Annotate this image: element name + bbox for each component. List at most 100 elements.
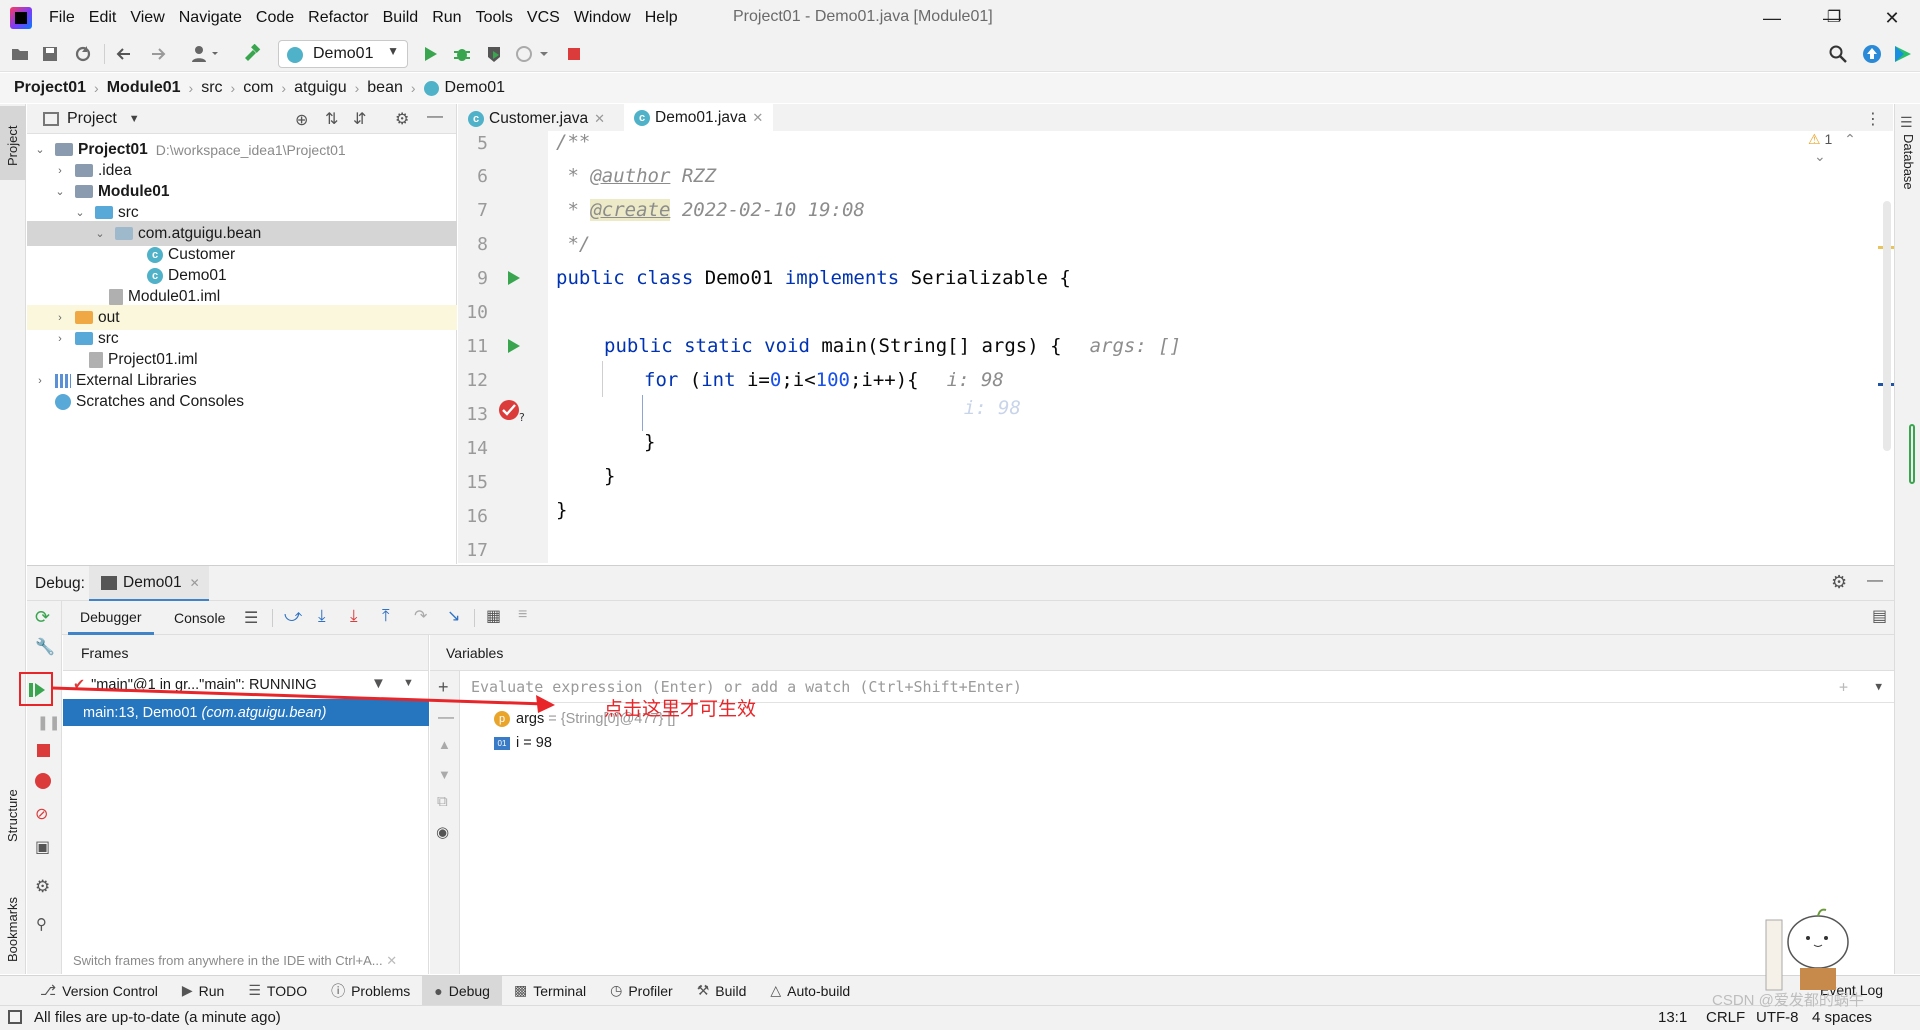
chevron-down-icon[interactable]: ▼ <box>1875 680 1882 693</box>
tab-terminal[interactable]: ▩ Terminal <box>502 976 598 1006</box>
tab-problems[interactable]: ⓘ Problems <box>319 976 422 1006</box>
synchronize-icon[interactable] <box>73 44 93 64</box>
menu-navigate[interactable]: Navigate <box>172 9 249 27</box>
breakpoint-icon[interactable]: ? <box>498 397 528 423</box>
stop-icon[interactable] <box>564 44 584 64</box>
breadcrumb-module[interactable]: Module01 <box>107 79 181 97</box>
tab-profiler[interactable]: ◷ Profiler <box>598 976 685 1006</box>
minimize-button-2[interactable]: — <box>1752 4 1792 32</box>
resume-program-button[interactable] <box>19 672 53 706</box>
mute-breakpoints-icon[interactable]: ⊘ <box>35 804 48 824</box>
code-editor[interactable]: /** * @author RZZ * @create 2022-02-10 1… <box>548 131 1894 563</box>
open-folder-icon[interactable] <box>10 44 30 64</box>
gear-icon[interactable]: ⚙ <box>395 109 409 129</box>
menu-edit[interactable]: Edit <box>82 9 124 27</box>
structure-tool-label[interactable]: Structure <box>5 789 20 842</box>
menu-code[interactable]: Code <box>249 9 301 27</box>
eye-icon[interactable]: ◉ <box>436 823 449 841</box>
tab-debug[interactable]: ● Debug <box>422 975 502 1006</box>
close-tab-icon[interactable]: ✕ <box>190 576 200 590</box>
breadcrumb-src[interactable]: src <box>201 79 222 97</box>
step-into-icon[interactable]: ⤓ <box>318 606 326 626</box>
menu-window[interactable]: Window <box>567 9 638 27</box>
menu-lines-icon[interactable]: ☰ <box>244 608 258 628</box>
breadcrumb-demo01[interactable]: Demo01 <box>445 79 505 97</box>
trace-icon[interactable]: ≡ <box>518 606 527 624</box>
close-hint-icon[interactable]: ✕ <box>386 953 397 968</box>
force-step-into-icon[interactable]: ⤓ <box>350 606 358 626</box>
coverage-icon[interactable] <box>484 44 504 64</box>
more-tabs-icon[interactable]: ⋮ <box>1865 109 1881 129</box>
run-gutter-icon[interactable] <box>506 269 522 287</box>
drop-frame-icon[interactable]: ↷ <box>414 606 427 626</box>
indent-setting[interactable]: 4 spaces <box>1812 1009 1872 1026</box>
chevron-down-icon[interactable]: ▼ <box>129 113 140 125</box>
view-breakpoints-icon[interactable] <box>35 773 51 789</box>
move-up-icon[interactable]: ▲ <box>438 737 451 752</box>
menu-file[interactable]: File <box>42 9 82 27</box>
forward-icon[interactable] <box>148 44 168 64</box>
camera-icon[interactable]: ▣ <box>35 837 50 857</box>
layout-icon[interactable]: ▤ <box>1872 606 1887 626</box>
save-all-icon[interactable] <box>40 44 60 64</box>
collapse-all-icon[interactable]: ⇵ <box>353 109 366 129</box>
line-separator[interactable]: CRLF <box>1706 1009 1745 1026</box>
tab-demo01-java[interactable]: c Demo01.java ✕ <box>624 104 774 134</box>
chevron-down-icon[interactable]: ⌄ <box>1814 148 1826 164</box>
variable-i[interactable]: 01 i = 98 <box>494 732 552 754</box>
close-window-button[interactable]: ✕ <box>1872 4 1912 32</box>
debug-session-tab[interactable]: Demo01 ✕ <box>89 566 209 602</box>
rerun-icon[interactable]: ⟳ <box>35 607 50 628</box>
move-down-icon[interactable]: ▼ <box>438 767 451 782</box>
tab-todo[interactable]: ☰ TODO <box>236 976 319 1006</box>
chevron-up-icon[interactable]: ⌃ <box>1844 131 1856 147</box>
editor-scrollbar[interactable] <box>1883 201 1891 451</box>
close-tab-icon[interactable]: ✕ <box>752 110 763 126</box>
run-icon[interactable] <box>420 44 440 64</box>
inspection-widget[interactable]: ⚠ 1 ⌃ ⌄ <box>1808 131 1868 164</box>
copy-icon[interactable]: ⧉ <box>437 793 448 810</box>
update-icon[interactable] <box>1862 44 1882 64</box>
settings-wrench-icon[interactable]: 🔧 <box>35 637 55 657</box>
evaluate-expression-icon[interactable]: ▦ <box>486 606 501 626</box>
tab-run[interactable]: ▶ Run <box>170 976 236 1006</box>
breadcrumb-bean[interactable]: bean <box>367 79 403 97</box>
close-tab-icon[interactable]: ✕ <box>594 111 605 127</box>
jetbrains-toolbox-icon[interactable] <box>1893 44 1913 64</box>
debug-bug-icon[interactable] <box>452 44 472 64</box>
database-tool-label[interactable]: Database <box>1901 134 1916 190</box>
breadcrumb-project[interactable]: Project01 <box>14 79 86 97</box>
hide-panel-icon[interactable]: — <box>427 108 443 126</box>
tab-build[interactable]: ⚒ Build <box>685 976 759 1006</box>
expand-all-icon[interactable]: ⇅ <box>325 109 338 129</box>
tab-console[interactable]: Console <box>162 601 237 635</box>
run-to-cursor-icon[interactable]: ↘ <box>447 606 460 626</box>
tab-customer-java[interactable]: c Customer.java ✕ <box>458 104 615 134</box>
menu-tools[interactable]: Tools <box>469 9 520 27</box>
menu-run[interactable]: Run <box>425 9 468 27</box>
menu-refactor[interactable]: Refactor <box>301 9 375 27</box>
tab-auto-build[interactable]: △ Auto-build <box>758 976 862 1006</box>
locate-icon[interactable]: ⊕ <box>295 110 308 130</box>
profile-icon[interactable] <box>514 44 550 64</box>
project-panel-title[interactable]: Project <box>67 110 117 128</box>
run-gutter-icon[interactable] <box>506 337 522 355</box>
tree-item-scratches[interactable]: Scratches and Consoles <box>27 389 457 414</box>
search-icon[interactable] <box>1828 44 1848 64</box>
status-square-icon[interactable] <box>8 1010 22 1024</box>
menu-build[interactable]: Build <box>376 9 426 27</box>
file-encoding[interactable]: UTF-8 <box>1756 1009 1799 1026</box>
tab-version-control[interactable]: ⎇ Version Control <box>0 976 170 1006</box>
back-icon[interactable] <box>114 44 134 64</box>
gear-icon[interactable]: ⚙ <box>35 877 50 897</box>
menu-help[interactable]: Help <box>638 9 685 27</box>
caret-position[interactable]: 13:1 <box>1658 1009 1687 1026</box>
add-watch-icon[interactable]: + <box>1839 678 1848 696</box>
user-icon[interactable] <box>190 44 220 64</box>
restore-button[interactable]: ❐ <box>1814 4 1854 32</box>
breadcrumb-atguigu[interactable]: atguigu <box>294 79 347 97</box>
step-over-icon[interactable]: ⤻ <box>284 606 302 626</box>
pin-icon[interactable]: ⚲ <box>36 915 47 933</box>
menu-vcs[interactable]: VCS <box>520 9 567 27</box>
build-hammer-icon[interactable] <box>242 44 262 64</box>
